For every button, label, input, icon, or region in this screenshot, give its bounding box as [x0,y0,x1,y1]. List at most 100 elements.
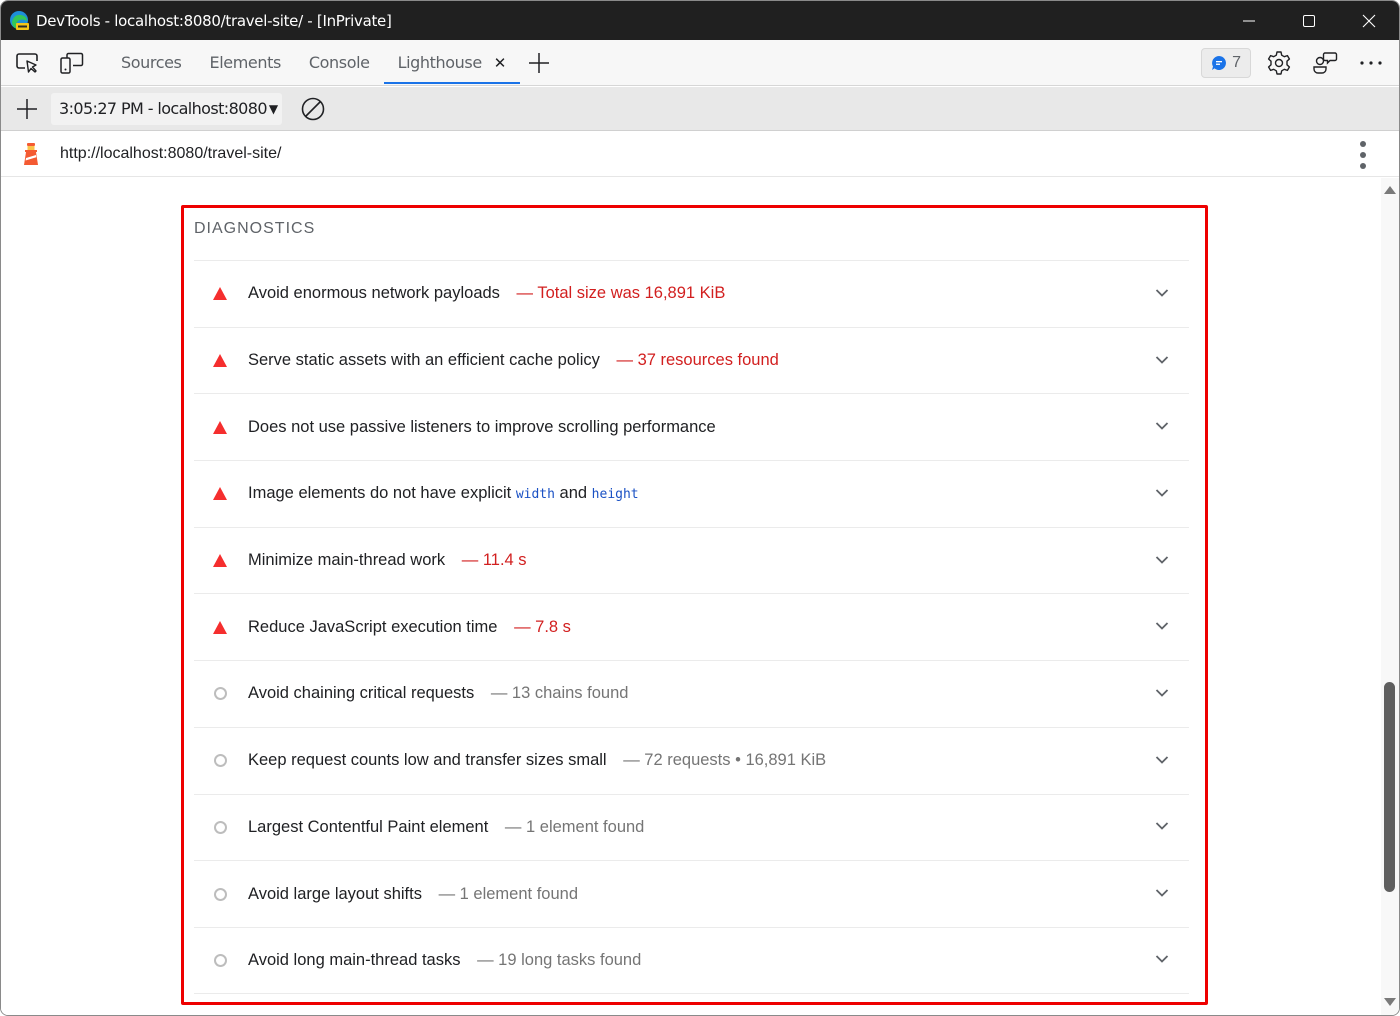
report-url-bar: http://localhost:8080/travel-site/ [1,132,1399,177]
audit-detail: — 11.4 s [461,551,527,570]
audit-item[interactable]: Avoid large layout shifts — 1 element fo… [194,860,1189,927]
audit-title: Avoid large layout shifts [248,884,422,903]
audit-item[interactable]: Avoid chaining critical requests — 13 ch… [194,660,1189,727]
audit-title: Does not use passive listeners to improv… [248,417,716,436]
scroll-down-arrow-icon[interactable] [1384,998,1396,1006]
chevron-down-icon[interactable] [1155,288,1169,298]
issues-count: 7 [1232,54,1241,71]
tab-sources[interactable]: Sources [107,40,196,86]
issues-chat-icon [1212,56,1227,70]
audit-title: Serve static assets with an efficient ca… [248,351,600,370]
gear-icon [1267,51,1291,75]
report-menu-button[interactable] [1355,141,1371,169]
diagnostics-list: Avoid enormous network payloads — Total … [194,260,1189,994]
block-icon [301,97,324,120]
info-circle-icon [213,754,227,768]
title-bar: DevTools - localhost:8080/travel-site/ -… [1,1,1399,40]
fail-triangle-icon [213,620,227,634]
minimize-button[interactable] [1219,1,1279,40]
audit-detail: — 19 long tasks found [477,950,642,969]
more-vertical-icon [1360,141,1366,147]
audit-item[interactable]: Largest Contentful Paint element — 1 ele… [194,793,1189,861]
maximize-button[interactable] [1279,1,1339,40]
audit-title: Avoid enormous network payloads [248,284,500,303]
feedback-icon [1313,52,1338,74]
chevron-down-icon[interactable] [1155,355,1169,365]
close-tab-icon[interactable]: ✕ [494,54,507,72]
info-circle-icon [213,820,227,834]
vertical-scrollbar[interactable] [1381,178,1399,1015]
audit-detail: — 37 resources found [616,351,779,370]
edge-logo-icon [8,10,30,32]
audit-title: Minimize main-thread work [248,551,446,570]
diagnostics-heading: DIAGNOSTICS [194,220,316,237]
info-circle-icon [213,687,227,701]
chevron-down-icon[interactable] [1155,488,1169,498]
maximize-icon [1303,14,1315,27]
scrollbar-thumb[interactable] [1384,682,1395,892]
code-width: width [515,487,555,503]
close-icon [1362,14,1376,27]
new-report-button[interactable] [13,98,41,120]
minimize-icon [1243,20,1255,21]
audit-item[interactable]: Avoid enormous network payloads — Total … [194,260,1189,327]
devtools-window: DevTools - localhost:8080/travel-site/ -… [0,0,1400,1016]
audit-item[interactable]: Avoid long main-thread tasks — 19 long t… [194,926,1189,994]
info-circle-icon [213,887,227,901]
chevron-down-icon[interactable] [1155,421,1169,431]
feedback-button[interactable] [1307,48,1343,78]
clear-reports-button[interactable] [300,96,326,122]
scroll-up-arrow-icon[interactable] [1384,186,1396,194]
chevron-down-icon[interactable] [1155,621,1169,631]
audit-item[interactable]: Reduce JavaScript execution time — 7.8 s [194,593,1189,660]
audit-item[interactable]: Minimize main-thread work — 11.4 s [194,526,1189,594]
settings-button[interactable] [1261,48,1297,78]
audit-title: Reduce JavaScript execution time [248,617,498,636]
fail-triangle-icon [213,487,227,501]
tab-lighthouse[interactable]: Lighthouse ✕ [383,40,521,86]
inspect-element-button[interactable] [13,48,43,78]
customize-menu-button[interactable] [1353,48,1389,78]
lighthouse-toolbar: 3:05:27 PM - localhost:8080 ▼ [1,87,1399,131]
chevron-down-icon[interactable] [1155,821,1169,831]
more-horizontal-icon [1360,61,1382,65]
more-tools-button[interactable] [524,48,554,78]
close-window-button[interactable] [1339,1,1399,40]
info-circle-icon [213,953,227,967]
audit-title: Avoid chaining critical requests [248,684,475,703]
chevron-down-icon[interactable] [1155,755,1169,765]
lighthouse-logo-icon [21,142,41,166]
chevron-down-icon[interactable] [1155,954,1169,964]
fail-triangle-icon [213,287,227,301]
fail-triangle-icon [213,554,227,568]
report-url: http://localhost:8080/travel-site/ [60,145,282,162]
inspect-element-icon [16,52,38,73]
report-selector[interactable]: 3:05:27 PM - localhost:8080 ▼ [51,92,282,125]
audit-detail: — 1 element found [504,817,645,836]
audit-item[interactable]: Does not use passive listeners to improv… [194,393,1189,460]
chevron-down-icon[interactable] [1155,888,1169,898]
audit-title: Keep request counts low and transfer siz… [248,751,607,770]
audit-item[interactable]: Keep request counts low and transfer siz… [194,726,1189,794]
device-emulation-button[interactable] [57,48,87,78]
audit-item[interactable]: Serve static assets with an efficient ca… [194,326,1189,394]
chevron-down-icon[interactable] [1155,555,1169,565]
tab-elements[interactable]: Elements [196,40,295,86]
report-selector-value: 3:05:27 PM - localhost:8080 [59,99,268,118]
chevron-down-icon[interactable] [1155,688,1169,698]
audit-detail: — 13 chains found [490,684,629,703]
plus-icon [17,98,37,119]
audit-item[interactable]: Image elements do not have explicit widt… [194,460,1189,527]
tab-console[interactable]: Console [295,40,384,86]
audit-title: Image elements do not have explicit widt… [248,484,639,503]
window-title: DevTools - localhost:8080/travel-site/ -… [36,11,392,30]
plus-icon [528,52,549,73]
fail-triangle-icon [213,354,227,368]
caret-down-icon: ▼ [268,101,278,116]
audit-title: Avoid long main-thread tasks [248,950,461,969]
audit-title: Largest Contentful Paint element [248,817,489,836]
issues-badge[interactable]: 7 [1201,48,1251,78]
report-content: DIAGNOSTICS Avoid enormous network paylo… [1,178,1383,1015]
audit-detail: — 1 element found [438,884,578,903]
audit-detail: — Total size was 16,891 KiB [516,284,726,303]
